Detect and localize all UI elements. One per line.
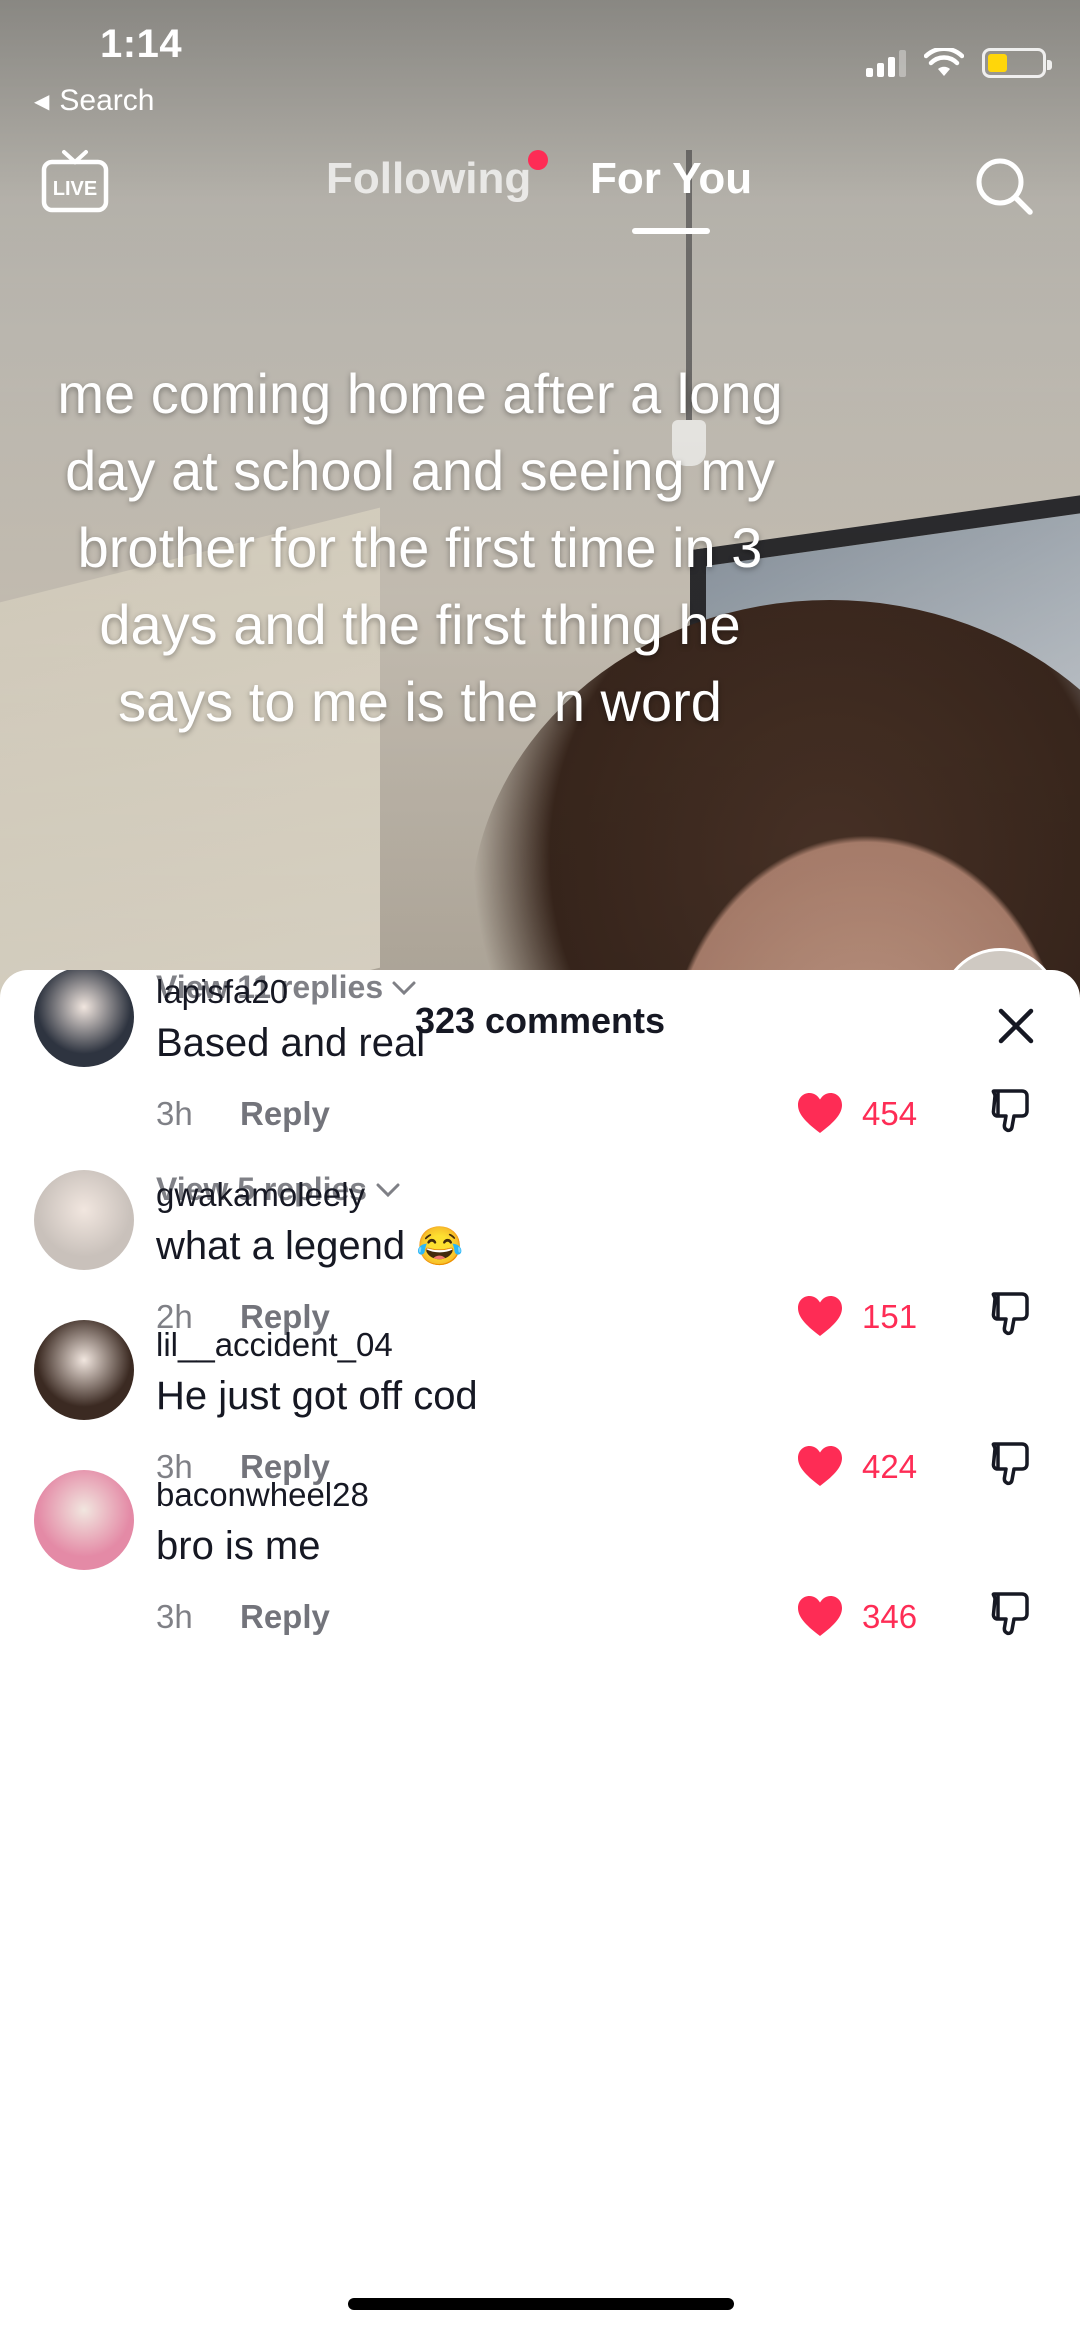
tab-for-you[interactable]: For You [590,154,752,204]
comment-username[interactable]: baconwheel28 [156,1476,369,1514]
comment-emoji: 😂 [416,1226,464,1268]
wifi-icon [924,48,964,76]
comment-username[interactable]: gwakamoleely [156,1176,365,1214]
like-count: 151 [862,1298,918,1335]
dislike-icon[interactable] [988,1440,1034,1488]
status-icons [866,48,1052,78]
video-caption: me coming home after a long day at schoo… [57,362,783,733]
comment-username[interactable]: lapisfa20 [156,973,288,1011]
like-count: 454 [862,1095,918,1132]
comment-text-body: bro is me [156,1524,321,1568]
back-to-search-link[interactable]: ◀ Search [34,84,154,118]
cellular-signal-icon [866,49,906,77]
like-heart-icon[interactable] [796,1594,844,1638]
dislike-icon[interactable] [988,1290,1034,1338]
like-count: 346 [862,1598,918,1635]
active-tab-indicator [632,228,710,234]
like-heart-icon[interactable] [796,1294,844,1338]
like-heart-icon[interactable] [796,1444,844,1488]
back-label: Search [59,84,155,117]
status-time: 1:14 [100,22,183,66]
commenter-avatar[interactable] [34,1320,134,1420]
commenter-avatar[interactable] [34,1470,134,1570]
tab-following[interactable]: Following [326,154,531,204]
reply-button[interactable]: Reply [240,1598,330,1636]
comment-time: 3h [156,1598,193,1635]
reply-button[interactable]: Reply [240,1095,330,1133]
chevron-down-icon [392,981,416,995]
home-indicator[interactable] [348,2298,734,2310]
battery-icon [982,48,1052,78]
dislike-icon[interactable] [988,1087,1034,1135]
chevron-down-icon [376,1183,400,1197]
comment-text: He just got off cod [156,1374,478,1419]
following-notification-dot [528,150,548,170]
battery-level [988,54,1007,72]
comment-username[interactable]: lil__accident_04 [156,1326,393,1364]
commenter-avatar[interactable] [34,1170,134,1270]
comment-text-body: He just got off cod [156,1374,478,1418]
comment-text-body: what a legend [156,1224,406,1268]
comments-sheet: 323 comments hamchickenrealhe just like … [0,970,1080,2337]
comment-text: bro is me [156,1524,321,1569]
comment-time: 3h [156,1095,193,1132]
back-triangle-icon: ◀ [34,90,50,113]
dislike-icon[interactable] [988,1590,1034,1638]
comment-text-body: Based and real [156,1021,426,1065]
like-heart-icon[interactable] [796,1091,844,1135]
comment-text: Based and real [156,1021,425,1066]
close-icon[interactable] [996,1006,1036,1046]
comment-text: what a legend 😂 [156,1224,464,1269]
search-icon[interactable] [972,154,1036,218]
like-count: 424 [862,1448,918,1485]
commenter-avatar[interactable] [34,970,134,1067]
